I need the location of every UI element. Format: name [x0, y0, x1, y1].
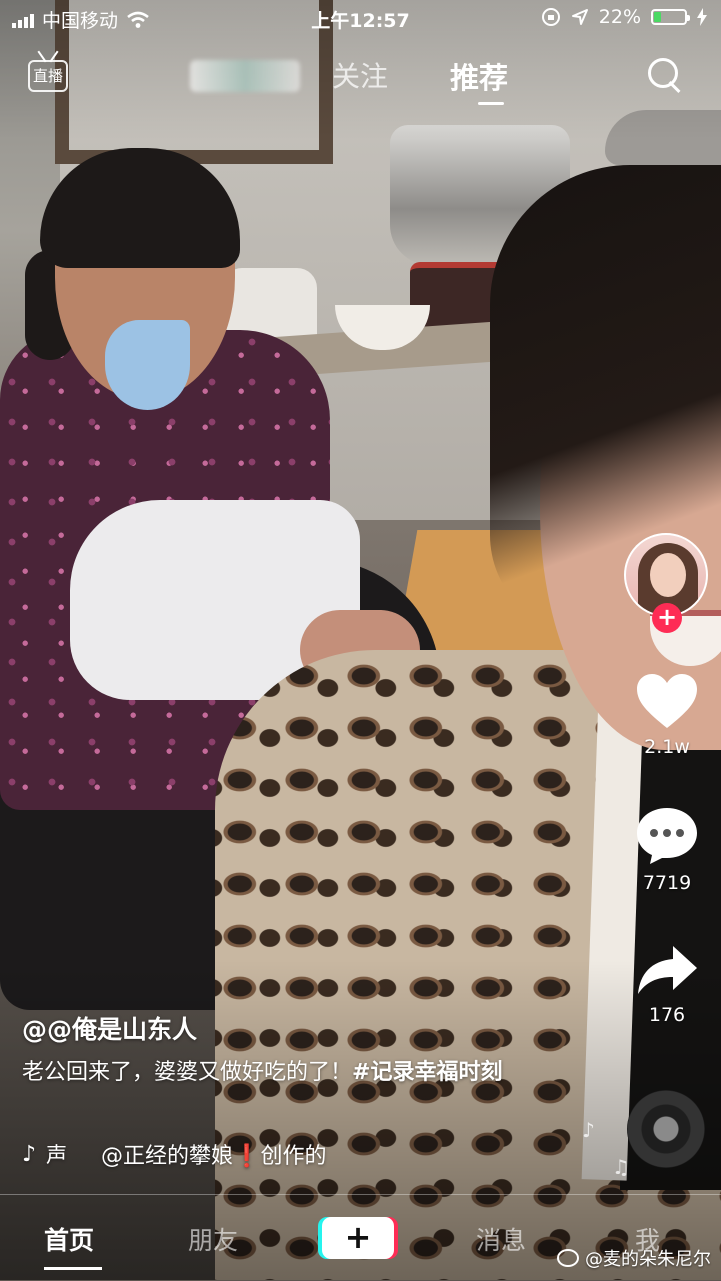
music-note-icon: ♫: [612, 1155, 630, 1179]
search-icon-handle: [668, 80, 681, 94]
author-avatar-button[interactable]: +: [624, 533, 710, 633]
sound-prefix: 声: [46, 1143, 68, 1167]
tab-recommend[interactable]: 推荐: [450, 55, 508, 97]
music-note-icon: ♪: [582, 1118, 595, 1142]
orientation-lock-icon: [541, 8, 560, 26]
like-button[interactable]: 2.1w: [622, 672, 712, 758]
location-icon: [571, 9, 588, 25]
nav-home-indicator: [44, 1267, 102, 1270]
share-button[interactable]: 176: [622, 942, 712, 1026]
nav-messages[interactable]: 消息: [476, 1221, 526, 1257]
exclamation-icon: ❗: [233, 1144, 261, 1169]
status-right: 22%: [541, 6, 707, 28]
comment-count: 7719: [642, 872, 692, 894]
like-count: 2.1w: [644, 736, 690, 758]
sound-row[interactable]: ♪ 声 @正经的攀娘❗创作的: [22, 1138, 326, 1170]
weibo-icon: [557, 1249, 579, 1267]
face-mask: [105, 320, 190, 410]
follow-plus-button[interactable]: +: [652, 603, 682, 633]
charging-icon: [697, 8, 707, 26]
sound-credit-name: @正经的攀娘: [101, 1144, 234, 1169]
sound-suffix: 创作的: [260, 1144, 327, 1169]
create-button[interactable]: +: [322, 1217, 394, 1259]
live-label: 直播: [28, 60, 68, 92]
status-bar: 中国移动 上午12:57 22%: [0, 0, 721, 36]
nav-friends[interactable]: 朋友: [188, 1221, 238, 1257]
blurred-tab[interactable]: [190, 60, 300, 92]
nav-home[interactable]: 首页: [44, 1221, 94, 1257]
battery-percent: 22%: [598, 6, 641, 28]
share-count: 176: [648, 1004, 686, 1026]
weibo-watermark: @麦的朵朱尼尔: [557, 1245, 711, 1271]
heart-icon: [637, 674, 697, 728]
douyin-note-icon: ♪: [22, 1141, 37, 1167]
battery-level: [654, 12, 661, 22]
watermark-text: @麦的朵朱尼尔: [585, 1249, 711, 1270]
live-button[interactable]: 直播: [28, 50, 70, 94]
author-name[interactable]: @@俺是山东人: [22, 1010, 197, 1046]
battery-icon: [651, 9, 690, 25]
search-button[interactable]: [646, 56, 686, 96]
description-text: 老公回来了，婆婆又做好吃的了！: [22, 1060, 353, 1085]
comment-icon: [637, 808, 697, 864]
share-arrow-icon: [638, 946, 697, 994]
hashtag-link[interactable]: #记录幸福时刻: [352, 1060, 502, 1085]
active-tab-indicator: [478, 102, 504, 105]
sound-credit[interactable]: @正经的攀娘❗创作的: [101, 1138, 326, 1170]
tab-follow[interactable]: 关注: [332, 55, 388, 95]
music-disc-button[interactable]: [627, 1090, 705, 1168]
comment-button[interactable]: 7719: [622, 806, 712, 894]
video-description: 老公回来了，婆婆又做好吃的了！#记录幸福时刻: [22, 1055, 552, 1090]
avatar-face: [650, 553, 686, 597]
